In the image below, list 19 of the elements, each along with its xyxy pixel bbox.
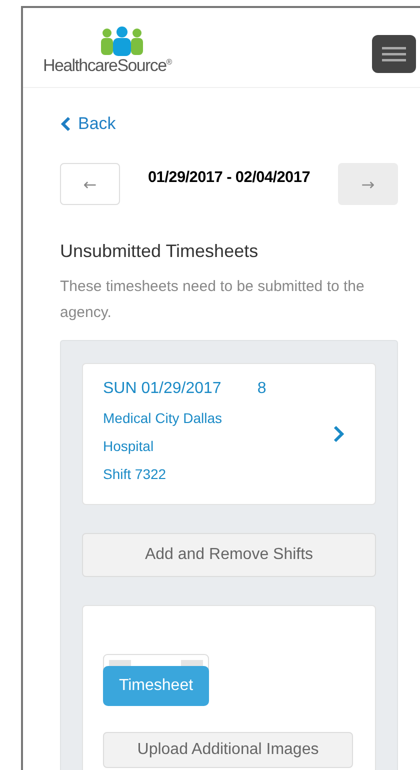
shift-date: SUN 01/29/2017 [103,380,222,398]
menu-button[interactable] [372,35,416,73]
upload-images-button[interactable]: Upload Additional Images [103,732,353,768]
timesheet-button[interactable]: Timesheet [103,666,209,706]
section-title: Unsubmitted Timesheets [60,241,260,262]
previous-week-button[interactable]: ← [60,163,120,205]
shift-location: Medical City Dallas Hospital [103,409,224,456]
menu-icon [382,46,406,62]
add-remove-shifts-button[interactable]: Add and Remove Shifts [82,533,376,577]
back-link[interactable]: Back [60,114,116,134]
people-logo-icon [99,26,146,56]
shift-hours: 8 [257,380,266,398]
logo-text: HealthcareSource$^{®}$ [43,56,172,76]
date-range: 01/29/2017 - 02/04/2017 [146,168,312,187]
shift-number: Shift 7322 [103,465,168,484]
chevron-left-icon [60,116,71,132]
chevron-right-icon [333,425,345,443]
section-description: These timesheets need to be submitted to the agency. [60,277,366,323]
shift-card[interactable]: SUN 01/29/2017 8 Medical City Dallas Hospital Shift 7322 [82,363,376,505]
